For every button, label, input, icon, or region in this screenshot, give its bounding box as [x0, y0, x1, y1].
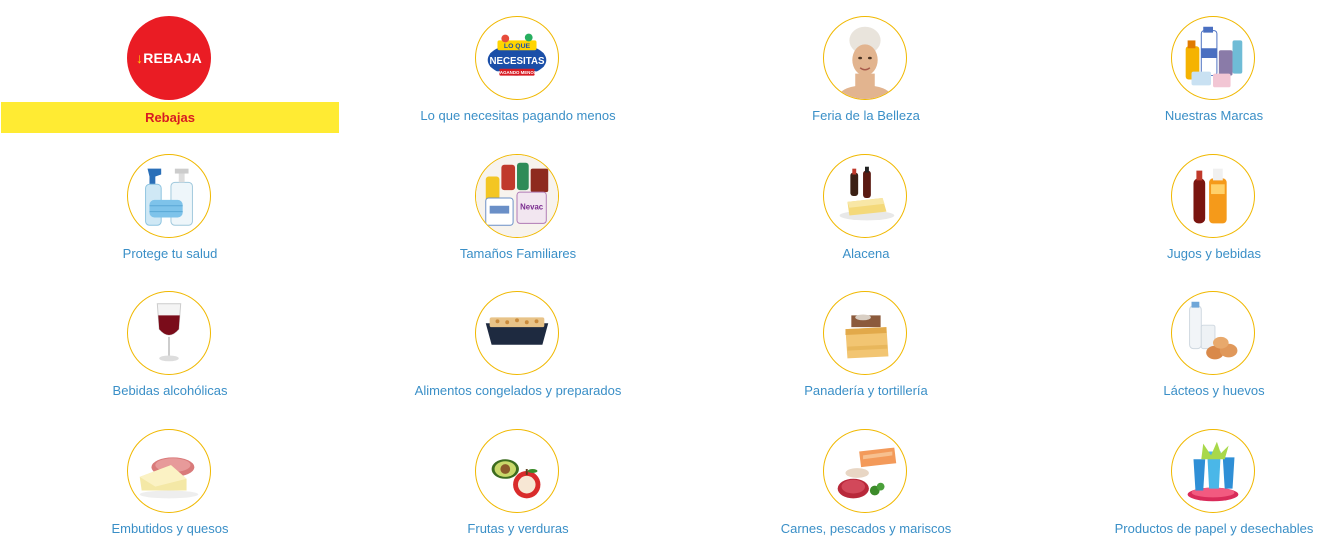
category-label[interactable]: Rebajas [1, 102, 339, 133]
avocado-apple-icon[interactable] [475, 429, 559, 513]
woman-towel-icon[interactable] [823, 16, 907, 100]
frozen-tray-icon[interactable] [475, 291, 559, 375]
category-embutidos-quesos[interactable]: Embutidos y quesos [0, 413, 340, 545]
sauces-butter-icon[interactable] [823, 154, 907, 238]
juice-bottles-icon[interactable] [1171, 154, 1255, 238]
category-label[interactable]: Panadería y tortillería [696, 375, 1036, 407]
badge-text: REBAJA [143, 50, 202, 66]
svg-text:LO QUE: LO QUE [504, 43, 531, 50]
category-label[interactable]: Alacena [696, 238, 1036, 270]
category-alacena[interactable]: Alacena [696, 138, 1036, 270]
category-tamanos-familiares[interactable]: Nevac Tamaños Familiares [348, 138, 688, 270]
category-bebidas-alcoholicas[interactable]: Bebidas alcohólicas [0, 275, 340, 407]
milk-eggs-icon[interactable] [1171, 291, 1255, 375]
category-label[interactable]: Bebidas alcohólicas [0, 375, 340, 407]
category-label[interactable]: Frutas y verduras [348, 513, 688, 545]
category-frutas-verduras[interactable]: Frutas y verduras [348, 413, 688, 545]
rebaja-badge-icon[interactable]: ↓REBAJA [127, 16, 211, 100]
category-label[interactable]: Feria de la Belleza [696, 100, 1036, 132]
category-grid: ↓REBAJA Rebajas LO QUE NECESITAS PAGANDO… [0, 0, 1334, 559]
category-rebajas[interactable]: ↓REBAJA Rebajas [0, 0, 340, 133]
category-productos-papel[interactable]: Productos de papel y desechables [1044, 413, 1334, 545]
store-brand-products-icon[interactable] [1171, 16, 1255, 100]
category-lo-que-necesitas[interactable]: LO QUE NECESITAS PAGANDO MENOS Lo que ne… [348, 0, 688, 132]
svg-text:NECESITAS: NECESITAS [489, 56, 545, 67]
rebaja-badge-text: ↓REBAJA [127, 16, 211, 100]
category-label[interactable]: Embutidos y quesos [0, 513, 340, 545]
category-label[interactable]: Productos de papel y desechables [1044, 513, 1334, 545]
sanitizer-mask-icon[interactable] [127, 154, 211, 238]
category-alimentos-congelados[interactable]: Alimentos congelados y preparados [348, 275, 688, 407]
category-carnes-pescados[interactable]: Carnes, pescados y mariscos [696, 413, 1036, 545]
category-nuestras-marcas[interactable]: Nuestras Marcas [1044, 0, 1334, 132]
disposable-cups-icon[interactable] [1171, 429, 1255, 513]
category-feria-belleza[interactable]: Feria de la Belleza [696, 0, 1036, 132]
category-label[interactable]: Protege tu salud [0, 238, 340, 270]
wine-glass-icon[interactable] [127, 291, 211, 375]
lo-que-necesitas-logo-icon[interactable]: LO QUE NECESITAS PAGANDO MENOS [475, 16, 559, 100]
category-lacteos-huevos[interactable]: Lácteos y huevos [1044, 275, 1334, 407]
category-protege-salud[interactable]: Protege tu salud [0, 138, 340, 270]
category-label[interactable]: Nuestras Marcas [1044, 100, 1334, 132]
svg-text:PAGANDO MENOS: PAGANDO MENOS [497, 70, 536, 75]
category-label[interactable]: Carnes, pescados y mariscos [696, 513, 1036, 545]
cheese-ham-icon[interactable] [127, 429, 211, 513]
meat-fish-icon[interactable] [823, 429, 907, 513]
category-panaderia-tortilleria[interactable]: Panadería y tortillería [696, 275, 1036, 407]
family-size-products-icon[interactable]: Nevac [475, 154, 559, 238]
category-label[interactable]: Jugos y bebidas [1044, 238, 1334, 270]
category-label[interactable]: Lácteos y huevos [1044, 375, 1334, 407]
category-label[interactable]: Alimentos congelados y preparados [348, 375, 688, 407]
category-jugos-bebidas[interactable]: Jugos y bebidas [1044, 138, 1334, 270]
category-label[interactable]: Tamaños Familiares [348, 238, 688, 270]
svg-text:Nevac: Nevac [520, 203, 544, 212]
category-label[interactable]: Lo que necesitas pagando menos [348, 100, 688, 132]
cake-slice-icon[interactable] [823, 291, 907, 375]
